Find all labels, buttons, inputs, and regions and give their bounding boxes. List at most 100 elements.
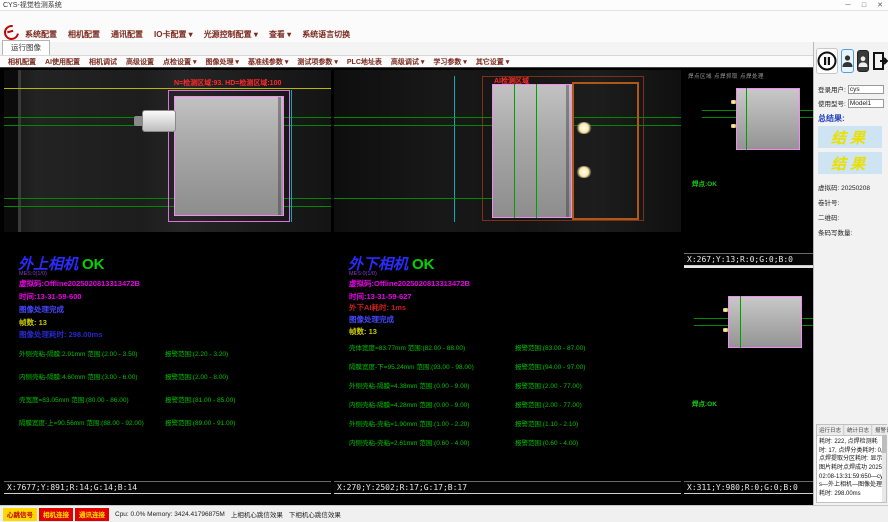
- alarm-range: 报警范围:(2.20 - 3.20): [165, 348, 228, 358]
- toolbar-item[interactable]: AI使用配置: [45, 57, 80, 67]
- menu-item[interactable]: 查看 ▾: [269, 29, 291, 40]
- pixel-coordinate-readout: X:270;Y:2502;R:17;G:17;B:17: [334, 481, 681, 494]
- user-button[interactable]: [857, 50, 869, 72]
- toolbar-item[interactable]: PLC地址表: [347, 57, 382, 67]
- connector-tip: [134, 116, 143, 126]
- tab-row: 运行图像: [0, 42, 813, 56]
- menu: 系统配置相机配置通讯配置 IO卡配置 ▾ 光源控制配置 ▾ 查看 ▾ 系统语言切换: [25, 29, 350, 40]
- user-button-selected[interactable]: [841, 49, 854, 73]
- ai-elapsed-line: 外下AI耗时: 1ms: [349, 302, 406, 313]
- toolbar-item[interactable]: 高级设置: [126, 57, 154, 67]
- measurement-row: 内侧壳粘-壳粘=2.61mm 范围:(0.60 - 4.00) 报警范围:(0.…: [349, 437, 677, 447]
- measurement-value: 隔膜宽度-下=95.24mm 范围:(93.00 - 98.00): [349, 364, 474, 371]
- toolbar-item[interactable]: 测试项参数 ▾: [297, 57, 337, 67]
- toolbar-item[interactable]: 高级调试 ▾: [391, 57, 424, 67]
- weld-panels-column: 焊点区域 点焊抓取 点焊处理 焊点:OK X:267;Y:13;R:0;G:0;…: [684, 70, 813, 494]
- frame-count-line: 帧数: 13: [19, 317, 47, 328]
- menu-item[interactable]: 光源控制配置 ▾: [204, 29, 258, 40]
- menu-item[interactable]: IO卡配置 ▾: [154, 29, 193, 40]
- status-badge: 通讯连接: [75, 508, 109, 521]
- process-status-line: 图像处理完成: [19, 304, 64, 315]
- toolbar-item[interactable]: 图像处理 ▾: [205, 57, 238, 67]
- log-tab[interactable]: 统计日志: [845, 425, 872, 435]
- toolbar-item[interactable]: 点检设置 ▾: [163, 57, 196, 67]
- minimize-button[interactable]: ─: [840, 0, 856, 11]
- machine-structure: [4, 70, 18, 232]
- tab-run-image[interactable]: 运行图像: [2, 40, 50, 55]
- weld-panel-bottom: 焊点:OK X:311;Y:980;R:0;G:0;B:0: [684, 270, 813, 494]
- weld-ok-label: 焊点:OK: [692, 398, 717, 408]
- measurement-row: 内侧壳粘-隔膜=4.28mm 范围:(0.00 - 9.00) 报警范围:(2.…: [349, 399, 677, 409]
- camera-panel-upper: N=检测区域:93. HD=检测区域:100 外上相机OK MES:0(1/0)…: [4, 70, 331, 494]
- app-window: CYS-视觉检测系统 ─ □ ✕ 系统配置相机配置通讯配置IO卡配置 ▾光源控制…: [0, 0, 888, 522]
- status-badges: 心跳信号相机连接通讯连接: [3, 508, 109, 521]
- mes-status: MES:0(1/0): [19, 271, 47, 277]
- camera-image-lower[interactable]: AI检测区域: [334, 70, 681, 232]
- battery-cell: [492, 84, 572, 218]
- toolbar-item[interactable]: 相机调试: [89, 57, 117, 67]
- log-text: 耗时: 222, 点焊检测耗时: 17, 点焊分类耗时: 0, 点焊提取分区耗时…: [817, 436, 886, 501]
- alarm-range: 报警范围:(2.00 - 77.00): [515, 380, 582, 390]
- window-controls: ─ □ ✕: [840, 0, 888, 11]
- toolbar-item[interactable]: 其它设置 ▾: [476, 57, 509, 67]
- measurement-row: 隔膜宽度-下=95.24mm 范围:(93.00 - 98.00) 报警范围:(…: [349, 361, 677, 371]
- weld-dot: [731, 100, 736, 104]
- status-badge: 相机连接: [39, 508, 73, 521]
- menu-item[interactable]: 相机配置: [68, 29, 100, 40]
- weld-image-top[interactable]: [684, 82, 813, 172]
- barcode-line: 虚拟码:Offline2025020813313472B: [349, 278, 470, 289]
- measure-line-green: [334, 198, 494, 199]
- menu-item[interactable]: 系统语言切换: [302, 29, 350, 40]
- status-badge: 心跳信号: [3, 508, 37, 521]
- menu-item[interactable]: 通讯配置: [111, 29, 143, 40]
- sidebar-buttons: [816, 45, 887, 77]
- window-title: CYS-视觉检测系统: [0, 0, 840, 10]
- qr-code-label: 二维码:: [818, 212, 839, 222]
- toolbar-item[interactable]: 基准线参数 ▾: [248, 57, 288, 67]
- baseline-yellow: [4, 88, 331, 89]
- measurement-row: 壳宽度=83.05mm 范围:(80.00 - 86.00) 报警范围:(81.…: [19, 394, 327, 404]
- time-line: 时间:13-31-59-627: [349, 291, 412, 302]
- weld-dot: [723, 328, 728, 332]
- login-user-input[interactable]: cys: [848, 85, 884, 94]
- exit-button[interactable]: [872, 49, 888, 73]
- measurement-row: 外侧壳粘-隔膜=4.38mm 范围:(0.00 - 9.00) 报警范围:(2.…: [349, 380, 677, 390]
- main-workspace: N=检测区域:93. HD=检测区域:100 外上相机OK MES:0(1/0)…: [0, 68, 813, 505]
- ai-roi-rect-orange: [572, 82, 639, 220]
- sidebar: 登录用户: cys 使用型号: Model1 总结果: 结果 结果 虚拟码: 2…: [813, 42, 888, 505]
- model-input[interactable]: Model1: [848, 99, 884, 108]
- measurement-value: 内侧壳粘-隔膜:4.60mm 范围:(3.00 - 6.00): [19, 374, 137, 381]
- alarm-range: 报警范围:(2.00 - 8.00): [165, 371, 228, 381]
- lower-camera-heartbeat: 下相机心跳信效果: [289, 509, 341, 519]
- measurement-value: 内侧壳粘-壳粘=2.61mm 范围:(0.60 - 4.00): [349, 440, 469, 447]
- process-status-line: 图像处理完成: [349, 314, 394, 325]
- pixel-coordinate-readout: X:311;Y:980;R:0;G:0;B:0: [684, 481, 813, 494]
- menu-item[interactable]: 系统配置: [25, 29, 57, 40]
- virtual-code-label: 虚拟码: 20250208: [818, 182, 870, 192]
- weld-image-bottom[interactable]: [684, 288, 813, 368]
- log-scrollbar[interactable]: [882, 433, 886, 502]
- maximize-button[interactable]: □: [856, 0, 872, 11]
- log-tab[interactable]: 运行日志: [817, 425, 844, 435]
- toolbar-item[interactable]: 相机配置: [8, 57, 36, 67]
- pixel-coordinate-readout: X:7677;Y:891;R:14;G:14;B:14: [4, 481, 331, 494]
- toolbar: 相机配置 AI使用配置相机调试高级设置点检设置 ▾ 图像处理 ▾ 基准线参数 ▾ 测试项…: [0, 56, 813, 68]
- result-block-lower: 结果: [818, 152, 882, 174]
- measurement-value: 隔膜宽度-上=90.56mm 范围:(88.00 - 92.00): [19, 420, 144, 427]
- pause-button[interactable]: [816, 48, 838, 74]
- weld-dot: [723, 308, 728, 312]
- toolbar-item[interactable]: 学习参数 ▾: [433, 57, 466, 67]
- measure-vline-green: [514, 84, 515, 218]
- ai-roi-label: AI检测区域: [494, 76, 529, 86]
- camera-image-upper[interactable]: N=检测区域:93. HD=检测区域:100: [4, 70, 331, 232]
- alarm-range: 报警范围:(1.10 - 2.10): [515, 418, 578, 428]
- ok-status: OK: [412, 256, 435, 273]
- measure-vline-green: [536, 84, 537, 218]
- mes-status: MES:0(1/0): [349, 271, 377, 277]
- upper-camera-heartbeat: 上相机心跳信效果: [231, 509, 283, 519]
- measurement-value: 外侧壳粘-隔膜:2.91mm 范围:(2.00 - 3.50): [19, 351, 137, 358]
- weld-spot: [576, 122, 592, 134]
- alarm-range: 报警范围:(94.00 - 97.00): [515, 361, 585, 371]
- close-button[interactable]: ✕: [872, 0, 888, 11]
- model-label: 使用型号:: [818, 98, 846, 108]
